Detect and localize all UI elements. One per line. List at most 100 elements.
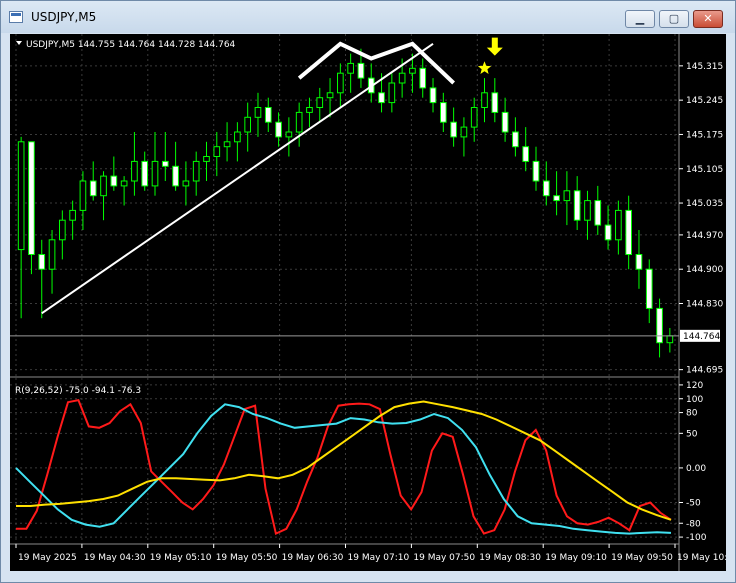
candle-body [234,131,241,143]
osc-tick-label: 50 [686,429,698,439]
close-button[interactable]: ✕ [693,10,723,28]
candle-body [388,82,396,104]
price-tick-label: 145.315 [686,62,723,72]
candle-body [79,180,87,211]
header-triangle-icon[interactable] [16,41,22,45]
candle-body [203,156,210,162]
last-price-value: 144.764 [683,332,720,342]
osc-tick-label: 120 [686,381,703,391]
chart-area[interactable]: 145.315 145.245 145.175 145.105 145.035 144.9… [10,34,736,571]
candle-body [69,209,76,221]
time-tick-label: 19 May 2025 [18,553,77,563]
candle-body [378,92,385,104]
candle-body [131,160,138,182]
candle-body [563,190,571,202]
candle-body [306,107,313,113]
candle-body [450,121,457,138]
time-tick-label: 19 May 09:50 [611,553,673,563]
time-tick-label: 19 May 05:50 [216,553,278,563]
candle-body [429,87,437,104]
candle-body [584,200,591,221]
candle-body [192,160,200,182]
candle-body [89,180,97,197]
candle-body [604,224,612,241]
price-tick-label: 144.970 [686,231,723,241]
candle-body [522,146,530,162]
time-tick-label: 19 May 08:30 [479,553,541,563]
candle-body [594,200,602,226]
candle-body [409,67,416,74]
candle-body [151,160,159,187]
candle-body [347,62,354,74]
candle-body [213,146,221,157]
oscillator-lines [15,398,672,536]
osc-grid [10,378,679,544]
candle-body [501,111,509,133]
candle-body [223,141,231,148]
candle-body [254,107,262,118]
candle-body [542,180,550,197]
double-top-mark[interactable] [297,41,455,85]
candle-body [337,72,344,94]
candle-body [161,160,169,167]
annotations [41,37,503,315]
oscillator-axis: 120 100 80 50 0.00 -50 -80 -100 [679,381,707,543]
candle-body [17,141,25,251]
osc-tick-label: -80 [686,519,701,529]
candle-body [553,195,560,202]
star-icon[interactable] [477,61,492,74]
candle-body [656,307,663,344]
minimize-button[interactable]: ▁ [625,10,655,28]
candle-body [481,92,488,108]
candle-body [120,180,128,187]
price-tick-label: 145.105 [686,165,723,175]
candle-body [110,175,118,187]
down-arrow-icon[interactable] [486,37,503,56]
candle-body [635,254,643,270]
candle-body [28,141,35,255]
time-tick-label: 19 May 10:30 [677,553,726,563]
chart-window: USDJPY,M5 ▁ ▢ ✕ 145.315 145.245 145.175 145… [0,0,736,583]
time-tick-label: 19 May 07:10 [348,553,410,563]
chart-svg[interactable]: 145.315 145.245 145.175 145.105 145.035 144.9… [10,34,736,571]
candle-body [285,131,293,138]
osc-tick-label: -50 [686,499,701,509]
candle-body [275,121,282,138]
candle-body [316,97,324,109]
symbol-header-text: USDJPY,M5 144.755 144.764 144.728 144.76… [26,40,236,50]
symbol-header: USDJPY,M5 144.755 144.764 144.728 144.76… [16,40,236,50]
candle-body [295,111,303,133]
time-tick-label: 19 May 05:10 [150,553,212,563]
time-tick-label: 19 May 07:50 [413,553,475,563]
candle-body [491,92,499,113]
candle-body [48,239,56,270]
candle-body [398,72,406,84]
candle-body [244,116,252,133]
candle-body [625,209,632,255]
price-axis: 145.315 145.245 145.175 145.105 145.035 144.9… [679,62,723,376]
window-title: USDJPY,M5 [31,10,97,24]
price-tick-label: 144.695 [686,366,723,376]
price-tick-label: 145.175 [686,130,723,140]
candle-body [264,107,272,123]
candle-body [460,126,468,138]
last-price-badge: 144.764 [680,329,720,342]
maximize-button[interactable]: ▢ [659,10,689,28]
oscillator-label: R(9,26,52) -75.0 -94.1 -76.3 [15,386,141,396]
candle-body [100,175,107,197]
candle-body [59,219,66,241]
price-tick-label: 144.830 [686,300,723,310]
candle-body [666,335,674,344]
candle-body [615,209,622,241]
price-tick-label: 145.035 [686,199,723,209]
candle-body [38,254,46,270]
title-bar[interactable]: USDJPY,M5 ▁ ▢ ✕ [1,1,735,33]
osc-tick-label: 100 [686,395,703,405]
time-axis: 19 May 2025 19 May 04:30 19 May 05:10 19 Ma… [15,544,736,563]
time-tick-label: 19 May 09:10 [545,553,607,563]
oscillator-line-3 [16,400,672,521]
candle-body [326,92,334,99]
candle-body [357,62,365,79]
osc-tick-label: 0.00 [686,464,706,474]
candle-body [182,180,190,187]
